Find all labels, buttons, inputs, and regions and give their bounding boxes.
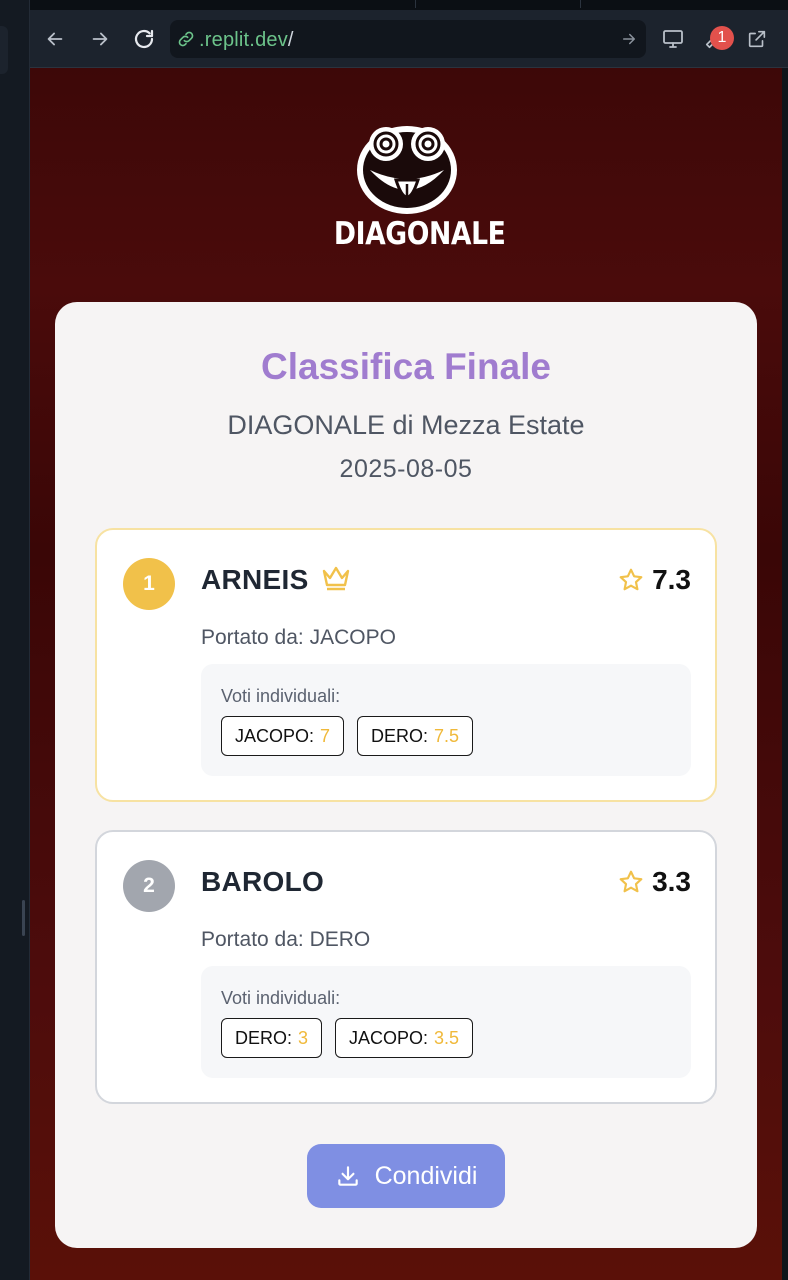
brought-by-name: DERO bbox=[309, 928, 371, 951]
star-icon bbox=[619, 568, 643, 591]
reload-icon bbox=[134, 29, 154, 49]
voter-name: JACOPO: bbox=[235, 725, 315, 746]
votes-label: Voti individuali: bbox=[221, 988, 341, 1008]
notification-badge: 1 bbox=[710, 26, 734, 50]
back-button[interactable] bbox=[40, 24, 70, 54]
address-bar[interactable]: .replit.dev/ bbox=[170, 20, 646, 58]
score-value: 7.3 bbox=[652, 564, 691, 595]
forward-arrow-icon bbox=[92, 32, 108, 46]
open-new-tab-button[interactable] bbox=[742, 24, 772, 54]
sidebar-tab[interactable] bbox=[0, 26, 8, 74]
devices-button[interactable] bbox=[658, 24, 688, 54]
brought-by-label: Portato da: bbox=[201, 626, 304, 649]
brought-by-label: Portato da: bbox=[201, 928, 304, 951]
vote-value: 3 bbox=[298, 1027, 309, 1048]
share-label: Condividi bbox=[374, 1161, 478, 1190]
score-value: 3.3 bbox=[652, 866, 691, 897]
vote-value: 7 bbox=[320, 725, 331, 746]
brought-by: Portato da: DERO bbox=[201, 928, 370, 952]
url-path: / bbox=[287, 29, 294, 51]
ranking-item: 2 BAROLO 3.3 Portato da: DERO Voti indiv… bbox=[95, 830, 717, 1104]
vote-chip: DERO: 3 bbox=[221, 1018, 323, 1058]
reload-button[interactable] bbox=[129, 24, 159, 54]
brought-by-name: JACOPO bbox=[309, 626, 396, 649]
star-icon bbox=[619, 870, 643, 893]
vote-chip: JACOPO: 3.5 bbox=[335, 1018, 474, 1058]
vote-chips: DERO: 3 JACOPO: 3.5 bbox=[221, 1018, 474, 1058]
vote-chip: JACOPO: 7 bbox=[221, 716, 345, 756]
vote-chips: JACOPO: 7 DERO: 7.5 bbox=[221, 716, 474, 756]
votes-panel: Voti individuali: DERO: 3 JACOPO: 3.5 bbox=[201, 966, 691, 1078]
window-edge bbox=[782, 68, 788, 1280]
download-icon bbox=[337, 1166, 358, 1186]
url-text: .replit.dev/ bbox=[199, 29, 294, 52]
voter-name: DERO: bbox=[235, 1027, 293, 1048]
vote-value: 7.5 bbox=[434, 725, 460, 746]
resize-handle[interactable] bbox=[22, 900, 25, 936]
browser-toolbar: .replit.dev/ 1 bbox=[30, 10, 788, 68]
frog-mascot-icon bbox=[357, 126, 457, 214]
page-title: Classifica Finale bbox=[261, 346, 551, 387]
votes-panel: Voti individuali: JACOPO: 7 DERO: 7.5 bbox=[201, 664, 691, 776]
position-badge: 2 bbox=[123, 860, 175, 912]
tab-divider bbox=[415, 0, 416, 8]
score: 7.3 bbox=[618, 564, 691, 596]
tab-strip bbox=[30, 0, 788, 10]
share-button[interactable]: Condividi bbox=[307, 1144, 505, 1208]
brought-by: Portato da: JACOPO bbox=[201, 626, 396, 650]
go-arrow-icon[interactable] bbox=[620, 30, 638, 48]
left-sidebar-strip bbox=[0, 0, 30, 1280]
ranking-item: 1 ARNEIS 7.3 Portato da: JACOPO Voti ind… bbox=[95, 528, 717, 802]
votes-label: Voti individuali: bbox=[221, 686, 341, 706]
monitor-icon bbox=[663, 30, 683, 48]
results-card: Classifica Finale DIAGONALE di Mezza Est… bbox=[55, 302, 757, 1248]
url-host: .replit.dev bbox=[199, 29, 288, 51]
link-icon bbox=[178, 31, 194, 47]
page-viewport: DIAGONALE Classifica Finale DIAGONALE di… bbox=[30, 68, 782, 1280]
wine-name: ARNEIS bbox=[201, 564, 309, 595]
brand-logo: DIAGONALE bbox=[322, 118, 506, 258]
score: 3.3 bbox=[618, 866, 691, 898]
vote-value: 3.5 bbox=[434, 1027, 460, 1048]
voter-name: JACOPO: bbox=[349, 1027, 429, 1048]
position-badge: 1 bbox=[123, 558, 175, 610]
crown-icon bbox=[322, 566, 350, 591]
event-name: DIAGONALE di Mezza Estate bbox=[227, 410, 585, 440]
tab-divider bbox=[580, 0, 581, 8]
voter-name: DERO: bbox=[371, 725, 429, 746]
external-link-icon bbox=[748, 30, 766, 48]
vote-chip: DERO: 7.5 bbox=[357, 716, 474, 756]
back-arrow-icon bbox=[47, 32, 63, 46]
forward-button[interactable] bbox=[85, 24, 115, 54]
wine-name: BAROLO bbox=[201, 866, 325, 897]
event-date: 2025-08-05 bbox=[339, 455, 473, 483]
brand-wordmark: DIAGONALE bbox=[333, 216, 506, 252]
